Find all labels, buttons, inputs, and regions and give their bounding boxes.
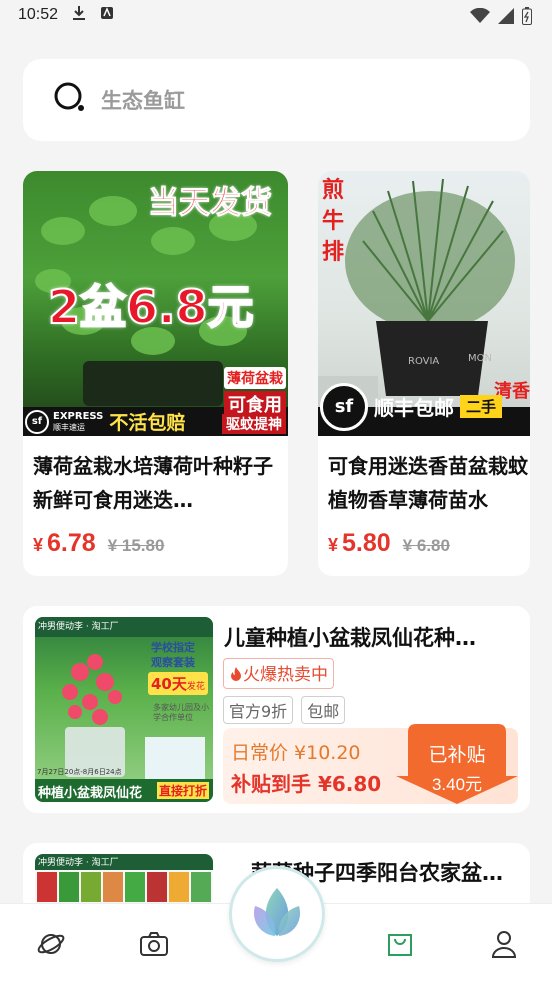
download-icon <box>72 5 86 25</box>
camera-icon <box>139 931 169 961</box>
product-title: 儿童种植小盆栽凤仙花种… <box>224 626 476 650</box>
thumb-header: 冲男便动李 · 淘工厂 <box>38 858 119 868</box>
price-row: ¥6.78 ¥ 15.80 <box>33 529 164 558</box>
leaf-logo-icon <box>245 880 309 948</box>
thumb-caption: 种植小盆栽凤仙花 <box>38 786 143 801</box>
side-vertical-text: 煎 牛 排 <box>322 178 345 265</box>
sf-express-banner: sf EXPRESS 顺丰速运 不活包赔 <box>25 407 185 436</box>
thumb-cta: 直接打折 <box>157 782 210 799</box>
battery-icon <box>522 7 532 29</box>
sf-logo-icon: sf <box>25 409 49 434</box>
planet-icon <box>36 929 66 963</box>
thumb-header: 冲男便动李 · 淘工厂 <box>38 622 119 632</box>
free-shipping-tag: 包邮 <box>301 696 346 724</box>
subsidy-badge-amount: 3.40元 <box>431 775 483 794</box>
search-placeholder: 生态鱼缸 <box>101 89 185 113</box>
subsidy-panel: 日常价 ¥10.20 补贴到手 ¥6.80 已补贴 3.40元 <box>223 724 518 804</box>
thumb-badge: 观察套装 <box>151 656 195 669</box>
bag-icon <box>385 929 415 963</box>
wifi-icon <box>470 7 490 28</box>
shipping-label: 顺丰包邮 <box>374 396 454 420</box>
tab-profile[interactable] <box>484 926 524 966</box>
side-tag: 驱蚊提神 <box>222 414 286 434</box>
tab-camera[interactable] <box>134 926 174 966</box>
thumb-date: 7月27日20点-8月6日24点 <box>37 768 122 776</box>
original-price: ¥ 15.80 <box>107 536 165 555</box>
product-card[interactable]: 当天发货 2盆6.8元 薄荷盆栽 可食用 驱蚊提神 sf EXPRESS 顺丰速… <box>23 171 288 576</box>
search-icon <box>53 81 87 119</box>
original-price: ¥ 6.80 <box>402 536 450 555</box>
fire-icon <box>229 666 243 687</box>
thumb-days-badge: 40天 发花 <box>148 672 208 695</box>
product-image-rosemary: 煎 牛 排 ROVIA MON 清香 sf 顺丰包邮 二手 <box>318 171 530 436</box>
thumb-badge: 学校指定 <box>151 641 195 654</box>
sf-logo-icon: sf <box>320 382 368 431</box>
status-bar: 10:52 <box>0 0 552 30</box>
product-title: 可食用迷迭香苗盆栽蚊植物香草薄荷苗水 <box>328 454 528 512</box>
user-icon <box>490 929 518 963</box>
tab-shopping[interactable] <box>380 926 420 966</box>
product-price: ¥5.80 <box>328 529 391 557</box>
product-card[interactable]: 煎 牛 排 ROVIA MON 清香 sf 顺丰包邮 二手 可食用迷迭香苗盆栽蚊… <box>318 171 530 576</box>
app-notification-icon <box>100 6 114 24</box>
price-row: ¥5.80 ¥ 6.80 <box>328 529 450 558</box>
subsidy-badge: 已补贴 3.40元 <box>396 722 518 806</box>
thumb-note: 多家幼儿园及小学合作单位 <box>153 703 209 722</box>
tab-discover[interactable] <box>31 926 71 966</box>
promo-text: 2盆6.8元 <box>47 279 254 335</box>
product-card-wide[interactable]: 冲男便动李 · 淘工厂 学校指定 观察套装 40天 发花 多家幼儿园及小学合作单… <box>23 606 530 813</box>
sf-free-shipping-banner: sf 顺丰包邮 二手 <box>320 379 503 434</box>
pot-label: MON <box>468 353 492 364</box>
product-title: 薄荷盆栽水培薄荷叶种籽子新鲜可食用迷迭… <box>33 454 273 512</box>
badge-same-day: 当天发货 <box>148 185 273 222</box>
hot-sale-tag: 火爆热卖中 <box>223 658 334 689</box>
center-plant-button[interactable] <box>229 866 325 962</box>
corner-tag: 二手 <box>460 395 503 418</box>
signal-icon <box>498 8 514 28</box>
product-thumbnail: 冲男便动李 · 淘工厂 学校指定 观察套装 40天 发花 多家幼儿园及小学合作单… <box>35 617 213 802</box>
sf-brand-cn: 顺丰速运 <box>53 422 85 432</box>
guarantee-label: 不活包赔 <box>109 412 186 434</box>
product-price: ¥6.78 <box>33 529 96 557</box>
product-image-mint: 当天发货 2盆6.8元 薄荷盆栽 可食用 驱蚊提神 sf EXPRESS 顺丰速… <box>23 171 288 436</box>
side-tag: 薄荷盆栽 <box>224 367 286 389</box>
subsidized-price: 补贴到手 ¥6.80 <box>231 772 382 796</box>
sf-brand: EXPRESS <box>53 410 104 422</box>
daily-price: 日常价 ¥10.20 <box>231 742 361 764</box>
pot-label: ROVIA <box>408 356 440 367</box>
tag-list: 官方9折 包邮 <box>223 696 346 724</box>
subsidy-badge-title: 已补贴 <box>428 744 486 766</box>
status-time: 10:52 <box>18 6 59 23</box>
discount-tag: 官方9折 <box>223 696 294 724</box>
search-bar[interactable]: 生态鱼缸 <box>23 59 530 141</box>
